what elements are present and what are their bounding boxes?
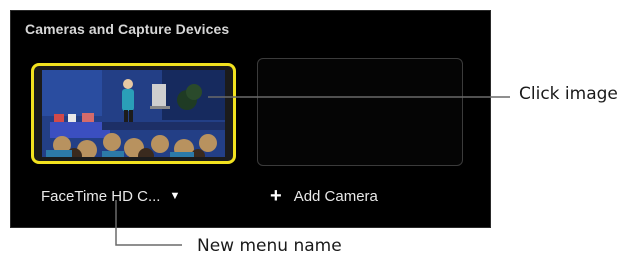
callout-click-image: Click image xyxy=(519,84,618,104)
menu-callout-line xyxy=(115,200,182,246)
callout-lines xyxy=(115,96,510,246)
callout-new-menu-name: New menu name xyxy=(197,236,342,256)
